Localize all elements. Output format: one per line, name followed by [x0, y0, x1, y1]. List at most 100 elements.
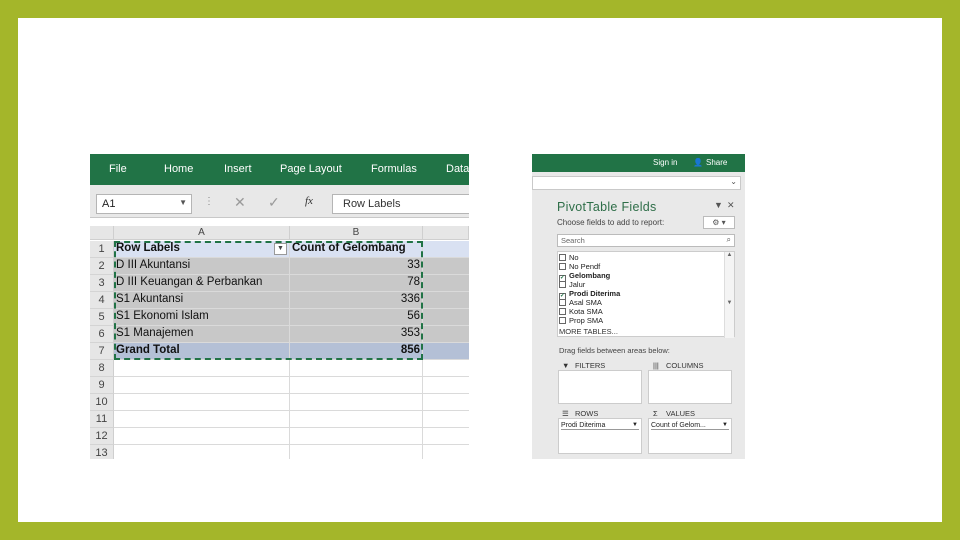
field-item-no-pendf[interactable]: No Pendf — [559, 262, 600, 271]
drag-fields-label: Drag fields between areas below: — [559, 346, 670, 355]
count-header[interactable]: Count of Gelombang — [292, 242, 418, 254]
empty-row[interactable] — [114, 411, 469, 428]
filter-dropdown-icon[interactable]: ▼ — [274, 243, 287, 255]
formula-input[interactable]: Row Labels — [332, 194, 469, 214]
field-label: Prop SMA — [569, 316, 604, 325]
grid-line — [289, 309, 290, 326]
field-item-jalur[interactable]: Jalur — [559, 280, 585, 289]
count-cell[interactable]: 353 — [294, 327, 420, 339]
field-item-no[interactable]: No — [559, 253, 579, 262]
field-list-scrollbar[interactable]: ▲ ▼ — [724, 252, 734, 338]
row-header[interactable]: 13 — [90, 445, 114, 459]
checkbox[interactable] — [559, 308, 566, 315]
table-row: S1 Manajemen 353 — [114, 326, 469, 343]
empty-row[interactable] — [114, 445, 469, 459]
grand-total-value[interactable]: 856 — [294, 344, 420, 356]
checkbox[interactable] — [559, 254, 566, 261]
count-cell[interactable]: 56 — [294, 310, 420, 322]
columns-drop-area[interactable] — [648, 370, 732, 404]
row-header[interactable]: 1 — [90, 241, 114, 258]
select-all-corner[interactable] — [90, 226, 114, 240]
close-icon[interactable]: ✕ — [727, 200, 735, 211]
values-field-chip[interactable]: Count of Gelom... ▼ — [651, 421, 729, 430]
chevron-down-icon[interactable]: ⌄ — [730, 177, 737, 186]
empty-row[interactable] — [114, 377, 469, 394]
row-header[interactable]: 8 — [90, 360, 114, 377]
checkbox[interactable] — [559, 263, 566, 270]
count-cell[interactable]: 78 — [294, 276, 420, 288]
tab-formulas[interactable]: Formulas — [371, 163, 417, 175]
row-label-cell[interactable]: S1 Manajemen — [116, 327, 193, 339]
filters-area-label: FILTERS — [575, 361, 606, 370]
empty-row[interactable] — [114, 360, 469, 377]
tab-data[interactable]: Data — [446, 163, 469, 175]
checkbox[interactable] — [559, 317, 566, 324]
field-item-prop-sma[interactable]: Prop SMA — [559, 316, 603, 325]
column-header-a[interactable]: A — [114, 226, 290, 240]
empty-row[interactable] — [114, 428, 469, 445]
empty-row[interactable] — [114, 394, 469, 411]
field-item-asal-sma[interactable]: Asal SMA — [559, 298, 602, 307]
share-icon[interactable]: 👤 — [693, 158, 703, 167]
row-header[interactable]: 7 — [90, 343, 114, 360]
row-header[interactable]: 10 — [90, 394, 114, 411]
row-header[interactable]: 6 — [90, 326, 114, 343]
field-label: No — [569, 253, 579, 262]
name-box[interactable]: A1 ▼ — [96, 194, 192, 214]
checkbox[interactable] — [559, 281, 566, 288]
field-label: Gelombang — [569, 271, 611, 280]
row-label-cell[interactable]: D III Akuntansi — [116, 259, 190, 271]
sigma-icon: Σ — [653, 409, 658, 418]
columns-icon: ||| — [653, 361, 659, 370]
checkbox[interactable] — [559, 299, 566, 306]
row-header[interactable]: 2 — [90, 258, 114, 275]
chevron-down-icon[interactable]: ▼ — [179, 198, 187, 207]
tab-page-layout[interactable]: Page Layout — [280, 163, 342, 175]
values-drop-area[interactable]: Count of Gelom... ▼ — [648, 418, 732, 454]
values-area-label: VALUES — [666, 409, 696, 418]
row-labels-header[interactable]: Row Labels — [116, 242, 180, 254]
enter-check-icon[interactable]: ✓ — [268, 194, 280, 211]
rows-drop-area[interactable]: Prodi Diterima ▼ — [558, 418, 642, 454]
sign-in-link[interactable]: Sign in — [653, 158, 677, 167]
field-item-prodi-diterima[interactable]: ✓ Prodi Diterima — [559, 289, 620, 300]
ribbon-tab-bar: File Home Insert Page Layout Formulas Da… — [90, 154, 469, 185]
count-cell[interactable]: 336 — [294, 293, 420, 305]
field-search-input[interactable]: Search ⌕ — [557, 234, 735, 247]
grid-line — [289, 275, 290, 292]
grand-total-label[interactable]: Grand Total — [116, 344, 180, 356]
row-label-cell[interactable]: S1 Akuntansi — [116, 293, 183, 305]
share-button[interactable]: Share — [706, 158, 727, 167]
chevron-down-icon[interactable]: ▼ — [632, 421, 638, 429]
formula-value: Row Labels — [343, 198, 401, 210]
row-header[interactable]: 9 — [90, 377, 114, 394]
chevron-down-icon[interactable]: ▼ — [722, 421, 728, 429]
insert-function-icon[interactable]: fx — [305, 195, 313, 207]
tab-insert[interactable]: Insert — [224, 163, 252, 175]
more-tables-link[interactable]: MORE TABLES... — [559, 327, 618, 336]
count-cell[interactable]: 33 — [294, 259, 420, 271]
column-header-c[interactable] — [423, 226, 469, 240]
row-label-cell[interactable]: D III Keuangan & Perbankan — [116, 276, 262, 288]
gear-icon: ⚙ ▾ — [712, 218, 726, 227]
layout-settings-button[interactable]: ⚙ ▾ — [703, 216, 735, 229]
row-header[interactable]: 5 — [90, 309, 114, 326]
values-chip-label: Count of Gelom... — [651, 422, 706, 429]
tab-home[interactable]: Home — [164, 163, 193, 175]
rows-field-chip[interactable]: Prodi Diterima ▼ — [561, 421, 639, 430]
field-item-gelombang[interactable]: ✓ Gelombang — [559, 271, 611, 282]
column-header-b[interactable]: B — [290, 226, 423, 240]
row-header[interactable]: 4 — [90, 292, 114, 309]
search-icon[interactable]: ⌕ — [727, 235, 731, 245]
tab-file[interactable]: File — [109, 163, 127, 175]
grid-line — [422, 275, 423, 292]
formula-bar: A1 ▼ ⋮ ✕ ✓ fx Row Labels — [90, 185, 469, 218]
filters-drop-area[interactable] — [558, 370, 642, 404]
pane-options-icon[interactable]: ▼ — [714, 200, 723, 210]
field-item-kota-sma[interactable]: Kota SMA — [559, 307, 603, 316]
row-header[interactable]: 12 — [90, 428, 114, 445]
row-label-cell[interactable]: S1 Ekonomi Islam — [116, 310, 209, 322]
row-header[interactable]: 3 — [90, 275, 114, 292]
cancel-icon[interactable]: ✕ — [234, 194, 246, 211]
row-header[interactable]: 11 — [90, 411, 114, 428]
